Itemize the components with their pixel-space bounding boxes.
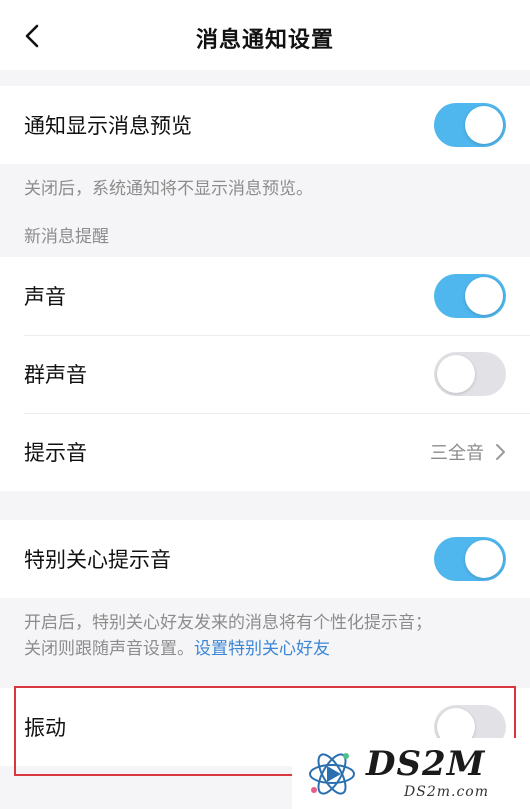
sound-row[interactable]: 声音 — [0, 257, 530, 335]
preview-label: 通知显示消息预览 — [24, 114, 192, 138]
chevron-right-icon — [496, 444, 505, 460]
sound-toggle[interactable] — [434, 274, 506, 318]
ringtone-value-wrap: 三全音 — [430, 413, 506, 491]
page-title: 消息通知设置 — [195, 28, 334, 53]
group-sound-label: 群声音 — [24, 363, 87, 387]
special-care-row[interactable]: 特别关心提示音 — [0, 520, 530, 598]
group-sound-row[interactable]: 群声音 — [0, 335, 530, 413]
watermark-brand: DS2M — [366, 744, 486, 784]
nav-header: 消息通知设置 — [0, 0, 530, 70]
group-sound-toggle[interactable] — [434, 352, 506, 396]
special-care-friends-link[interactable]: 设置特别关心好友 — [194, 639, 330, 659]
special-care-note-text: 关闭则跟随声音设置。 — [24, 639, 194, 659]
section-heading-new-message: 新消息提醒 — [24, 227, 109, 247]
special-care-toggle[interactable] — [434, 537, 506, 581]
special-care-note-line1: 开启后，特别关心好友发来的消息将有个性化提示音； — [24, 613, 432, 633]
preview-row[interactable]: 通知显示消息预览 — [0, 86, 530, 164]
special-care-note-line2: 关闭则跟随声音设置。设置特别关心好友 — [24, 636, 514, 662]
preview-toggle[interactable] — [434, 103, 506, 147]
preview-note: 关闭后，系统通知将不显示消息预览。 — [24, 179, 313, 199]
new-message-group: 声音 群声音 提示音 三全音 — [0, 257, 530, 491]
special-care-label: 特别关心提示音 — [24, 548, 171, 572]
sound-label: 声音 — [24, 285, 66, 309]
toggle-knob — [437, 355, 475, 393]
watermark: DS2M DS2m.com — [292, 738, 530, 809]
ringtone-row[interactable]: 提示音 三全音 — [0, 413, 530, 491]
toggle-knob — [465, 277, 503, 315]
watermark-site: DS2m.com — [404, 784, 489, 800]
atom-logo-icon — [309, 753, 355, 795]
ringtone-value: 三全音 — [430, 443, 484, 464]
preview-group: 通知显示消息预览 — [0, 86, 530, 164]
special-care-note: 开启后，特别关心好友发来的消息将有个性化提示音； 关闭则跟随声音设置。设置特别关… — [24, 610, 514, 662]
toggle-knob — [465, 540, 503, 578]
toggle-knob — [465, 106, 503, 144]
ringtone-label: 提示音 — [24, 441, 87, 465]
special-care-group: 特别关心提示音 — [0, 520, 530, 598]
